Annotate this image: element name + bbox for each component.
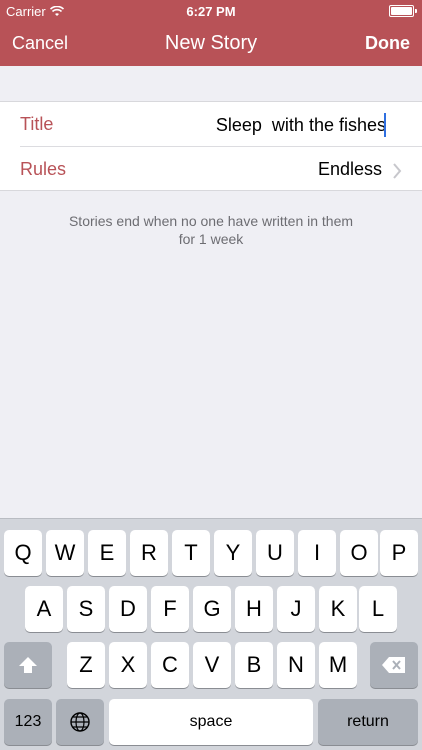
status-time: 6:27 PM <box>186 4 236 19</box>
globe-key[interactable] <box>56 699 104 745</box>
text-caret <box>384 113 386 137</box>
header: Carrier 6:27 PM Cancel New Story Done <box>0 0 422 66</box>
key-q[interactable]: Q <box>4 530 42 576</box>
key-z[interactable]: Z <box>67 642 105 688</box>
key-k[interactable]: K <box>319 586 357 632</box>
key-j[interactable]: J <box>277 586 315 632</box>
status-bar: Carrier 6:27 PM <box>0 0 422 22</box>
key-a[interactable]: A <box>25 586 63 632</box>
rules-label: Rules <box>20 159 67 179</box>
key-m[interactable]: M <box>319 642 357 688</box>
space-key[interactable]: space <box>109 699 313 745</box>
title-label: Title <box>20 114 54 134</box>
return-key[interactable]: return <box>318 699 418 745</box>
numbers-key[interactable]: 123 <box>4 699 52 745</box>
title-input[interactable] <box>146 110 386 140</box>
key-i[interactable]: I <box>298 530 336 576</box>
key-r[interactable]: R <box>130 530 168 576</box>
backspace-key[interactable] <box>370 642 418 688</box>
key-u[interactable]: U <box>256 530 294 576</box>
title-row[interactable]: Title <box>0 102 422 147</box>
rules-value: Endless <box>317 159 382 179</box>
key-h[interactable]: H <box>235 586 273 632</box>
rules-row[interactable]: Rules Endless <box>0 147 422 192</box>
key-d[interactable]: D <box>109 586 147 632</box>
key-n[interactable]: N <box>277 642 315 688</box>
key-f[interactable]: F <box>151 586 189 632</box>
done-button[interactable]: Done <box>365 33 410 54</box>
key-x[interactable]: X <box>109 642 147 688</box>
key-s[interactable]: S <box>67 586 105 632</box>
battery-icon <box>389 5 417 17</box>
key-b[interactable]: B <box>235 642 273 688</box>
key-c[interactable]: C <box>151 642 189 688</box>
key-o[interactable]: O <box>340 530 378 576</box>
key-e[interactable]: E <box>88 530 126 576</box>
key-g[interactable]: G <box>193 586 231 632</box>
key-l[interactable]: L <box>359 586 397 632</box>
key-v[interactable]: V <box>193 642 231 688</box>
key-y[interactable]: Y <box>214 530 252 576</box>
key-w[interactable]: W <box>46 530 84 576</box>
shift-icon <box>19 657 37 673</box>
keyboard: Q W E R T Y U I O P A S D F G H J K L Z … <box>0 518 422 750</box>
story-form: Title Rules Endless <box>0 101 422 191</box>
page-title: New Story <box>164 32 258 54</box>
key-p[interactable]: P <box>380 530 418 576</box>
shift-key[interactable] <box>4 642 52 688</box>
globe-icon <box>70 712 90 732</box>
backspace-icon <box>382 657 405 673</box>
key-t[interactable]: T <box>172 530 210 576</box>
nav-bar: Cancel New Story Done <box>0 22 422 66</box>
chevron-right-icon <box>393 163 402 179</box>
rules-footnote: Stories end when no one have written in … <box>68 213 354 247</box>
